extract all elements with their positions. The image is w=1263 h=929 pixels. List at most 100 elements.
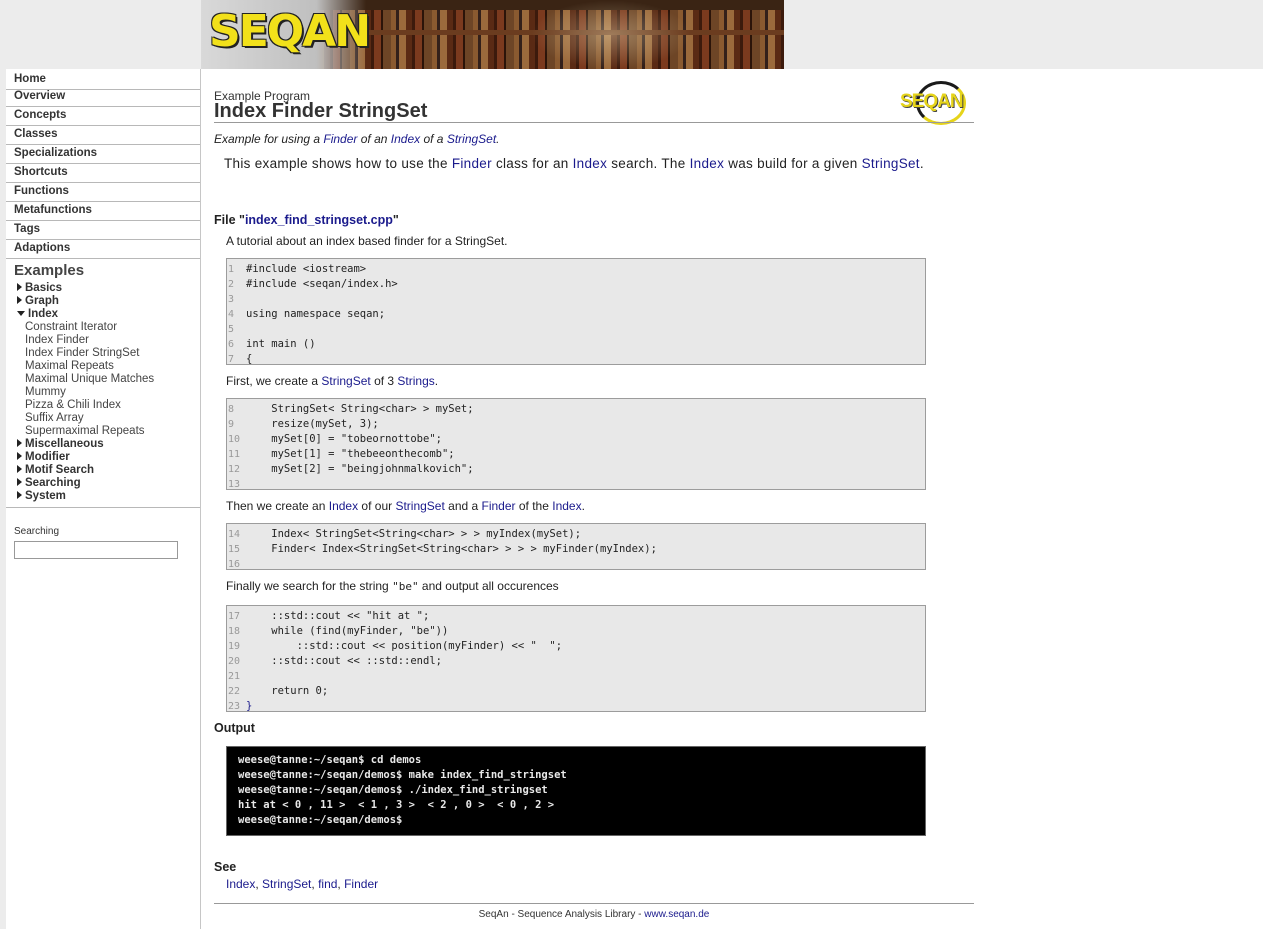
link-finder[interactable]: Finder	[452, 156, 492, 171]
line-number: 14	[228, 529, 241, 540]
code-line: 8 StringSet< String<char> > mySet;	[227, 402, 925, 417]
line-number: 3	[228, 294, 235, 305]
nav-functions[interactable]: Functions	[14, 182, 200, 200]
file-description: A tutorial about an index based finder f…	[226, 234, 508, 248]
example-category-basics[interactable]: Basics	[17, 282, 62, 295]
code-text: mySet[0] = "tobeornottobe";	[246, 433, 442, 445]
link-stringset[interactable]: StringSet	[321, 374, 370, 388]
expand-arrow-icon	[17, 296, 22, 304]
see-link-stringset[interactable]: StringSet	[262, 877, 311, 891]
nav-divider	[6, 507, 200, 508]
nav-concepts[interactable]: Concepts	[14, 106, 200, 124]
code-line: 12 mySet[2] = "beingjohnmalkovich";	[227, 462, 925, 477]
example-category-motif-search[interactable]: Motif Search	[17, 464, 94, 477]
code-line: 2 #include <seqan/index.h>	[227, 277, 925, 292]
code-text: int main ()	[246, 338, 316, 350]
code-text: resize(mySet, 3);	[246, 418, 379, 430]
footer-link[interactable]: www.seqan.de	[644, 909, 709, 920]
link-finder[interactable]: Finder	[482, 499, 516, 513]
see-link-finder[interactable]: Finder	[344, 877, 378, 891]
line-number: 7	[228, 354, 235, 365]
file-heading: File "index_find_stringset.cpp"	[214, 213, 399, 227]
search-input[interactable]	[14, 541, 178, 559]
line-number: 9	[228, 419, 235, 430]
link-finder[interactable]: Finder	[323, 132, 357, 146]
link-index[interactable]: Index	[573, 156, 608, 171]
footer: SeqAn - Sequence Analysis Library - www.…	[478, 909, 710, 920]
code-text: ::std::cout << "hit at ";	[246, 610, 430, 622]
line-number: 19	[228, 641, 241, 652]
nav-classes[interactable]: Classes	[14, 125, 200, 143]
code-text: #include <iostream>	[246, 263, 367, 275]
example-pizza-chili-index[interactable]: Pizza & Chili Index	[25, 399, 121, 412]
step-paragraph-1: First, we create a StringSet of 3 String…	[226, 374, 439, 388]
expand-arrow-icon	[17, 283, 22, 291]
line-number: 1	[228, 264, 235, 275]
search-label: Searching	[14, 526, 60, 537]
code-line: 16	[227, 557, 925, 572]
see-link-find[interactable]: find	[318, 877, 337, 891]
nav-tags[interactable]: Tags	[14, 220, 200, 238]
terminal-line: weese@tanne:~/seqan$ cd demos	[238, 754, 422, 766]
link-index[interactable]: Index	[552, 499, 581, 513]
seqan-logo[interactable]: SEQAN	[209, 6, 371, 57]
line-number: 10	[228, 434, 241, 445]
example-category-index[interactable]: Index	[17, 308, 58, 321]
expand-arrow-icon	[17, 478, 22, 486]
example-category-system[interactable]: System	[17, 490, 66, 503]
example-constraint-iterator[interactable]: Constraint Iterator	[25, 321, 117, 334]
code-text: return 0;	[246, 685, 329, 697]
code-line: 15 Finder< Index<StringSet<String<char> …	[227, 542, 925, 557]
see-link-index[interactable]: Index	[226, 877, 255, 891]
link-strings[interactable]: Strings	[397, 374, 434, 388]
page-summary: Example for using a Finder of an Index o…	[214, 132, 500, 146]
example-index-finder[interactable]: Index Finder	[25, 334, 89, 347]
line-number: 4	[228, 309, 235, 320]
example-category-graph[interactable]: Graph	[17, 295, 59, 308]
line-number: 13	[228, 479, 241, 490]
terminal-line: weese@tanne:~/seqan/demos$ make index_fi…	[238, 769, 567, 781]
example-mummy[interactable]: Mummy	[25, 386, 66, 399]
code-line: 9 resize(mySet, 3);	[227, 417, 925, 432]
example-supermaximal-repeats[interactable]: Supermaximal Repeats	[25, 425, 145, 438]
code-text: ::std::cout << position(myFinder) << " "…	[246, 640, 563, 652]
link-index[interactable]: Index	[690, 156, 725, 171]
code-text: mySet[2] = "beingjohnmalkovich";	[246, 463, 474, 475]
code-line: 22 return 0;	[227, 684, 925, 699]
nav-home[interactable]: Home	[14, 70, 200, 88]
nav-shortcuts[interactable]: Shortcuts	[14, 163, 200, 181]
code-block-3: 14 Index< StringSet<String<char> > > myI…	[226, 523, 926, 570]
code-line: 6 int main ()	[227, 337, 925, 352]
file-link[interactable]: index_find_stringset.cpp	[245, 213, 393, 227]
example-category-searching[interactable]: Searching	[17, 477, 81, 490]
link-index[interactable]: Index	[329, 499, 358, 513]
example-suffix-array[interactable]: Suffix Array	[25, 412, 84, 425]
expand-arrow-icon	[17, 439, 22, 447]
link-index[interactable]: Index	[391, 132, 420, 146]
line-number: 15	[228, 544, 241, 555]
line-number: 16	[228, 559, 241, 570]
line-number: 8	[228, 404, 235, 415]
link-stringset[interactable]: StringSet	[395, 499, 444, 513]
nav-overview[interactable]: Overview	[14, 87, 200, 105]
example-index-finder-stringset[interactable]: Index Finder StringSet	[25, 347, 139, 360]
code-text: using namespace seqan;	[246, 308, 386, 320]
nav-adaptions[interactable]: Adaptions	[14, 239, 200, 257]
examples-heading: Examples	[14, 262, 85, 279]
link-stringset[interactable]: StringSet	[862, 156, 920, 171]
code-line: 10 mySet[0] = "tobeornottobe";	[227, 432, 925, 447]
line-number: 20	[228, 656, 241, 667]
nav-metafunctions[interactable]: Metafunctions	[14, 201, 200, 219]
collapse-arrow-icon	[17, 311, 25, 316]
example-category-modifier[interactable]: Modifier	[17, 451, 70, 464]
code-line: 18 while (find(myFinder, "be"))	[227, 624, 925, 639]
code-line: 19 ::std::cout << position(myFinder) << …	[227, 639, 925, 654]
step-paragraph-2: Then we create an Index of our StringSet…	[226, 499, 585, 513]
nav-specializations[interactable]: Specializations	[14, 144, 200, 162]
expand-arrow-icon	[17, 465, 22, 473]
example-category-miscellaneous[interactable]: Miscellaneous	[17, 438, 104, 451]
terminal-line: hit at < 0 , 11 > < 1 , 3 > < 2 , 0 > < …	[238, 799, 555, 811]
example-maximal-repeats[interactable]: Maximal Repeats	[25, 360, 114, 373]
link-stringset[interactable]: StringSet	[447, 132, 496, 146]
example-maximal-unique-matches[interactable]: Maximal Unique Matches	[25, 373, 154, 386]
